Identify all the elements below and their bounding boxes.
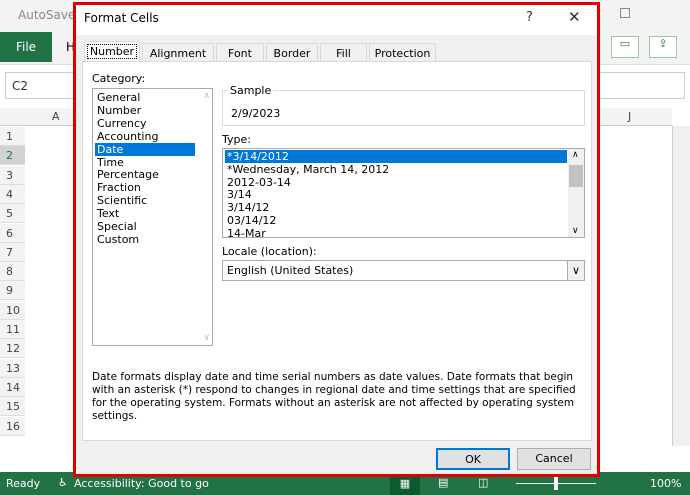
maximize-icon[interactable] [620, 8, 630, 18]
category-item[interactable]: Custom [95, 233, 195, 246]
tab-alignment[interactable]: Alignment [142, 43, 214, 63]
zoom-slider-thumb[interactable] [554, 477, 558, 490]
status-ready: Ready [6, 477, 41, 490]
page-layout-icon[interactable]: ▤ [438, 476, 448, 489]
type-item[interactable]: *Wednesday, March 14, 2012 [225, 163, 567, 176]
tab-protection[interactable]: Protection [369, 43, 436, 63]
type-list-scrollbar[interactable]: ∧ ∨ [568, 149, 584, 237]
zoom-level[interactable]: 100% [650, 477, 681, 490]
row-header[interactable]: 11 [0, 320, 25, 339]
row-header[interactable]: 16 [0, 416, 25, 436]
tab-fill[interactable]: Fill [320, 43, 367, 63]
scroll-down-icon[interactable]: ∨ [572, 226, 579, 236]
category-item[interactable]: Special [95, 220, 195, 233]
number-tab-panel: Category: ∧ ∨ General Number Currency Accou… [82, 61, 592, 441]
tab-label: Border [273, 47, 311, 60]
tab-label: Number [86, 44, 138, 59]
sample-value: 2/9/2023 [231, 107, 281, 120]
category-item[interactable]: Date [95, 142, 195, 156]
chevron-down-icon[interactable]: ∨ [567, 261, 584, 280]
tab-label: Fill [336, 47, 351, 60]
row-header[interactable]: 3 [0, 165, 25, 185]
row-header[interactable]: 9 [0, 281, 25, 301]
page-break-icon[interactable]: ◫ [478, 476, 488, 489]
type-label: Type: [222, 133, 251, 146]
row-header[interactable]: 12 [0, 339, 25, 359]
category-item[interactable]: Text [95, 207, 195, 220]
share-icon[interactable]: ⇪ [649, 36, 677, 58]
tab-number[interactable]: Number [84, 41, 140, 63]
category-item[interactable]: Percentage [95, 168, 195, 181]
category-label: Category: [92, 72, 146, 85]
format-cells-dialog: Format Cells ? ✕ Number Alignment Font Bord… [73, 2, 600, 477]
scroll-down-icon[interactable]: ∨ [203, 333, 210, 343]
sample-label: Sample [228, 84, 274, 97]
category-item[interactable]: Scientific [95, 194, 195, 207]
type-list[interactable]: ∧ ∨ *3/14/2012 *Wednesday, March 14, 2012… [222, 148, 585, 240]
row-header[interactable]: 8 [0, 262, 25, 282]
cancel-button[interactable]: Cancel [517, 448, 591, 470]
file-tab[interactable]: File [0, 32, 52, 62]
row-header[interactable]: 15 [0, 397, 25, 417]
tab-label: Protection [374, 47, 431, 60]
accessibility-icon: ♿ [58, 476, 68, 489]
help-button[interactable]: ? [526, 10, 533, 25]
category-list[interactable]: ∧ ∨ General Number Currency Accounting Date T… [92, 88, 213, 346]
ok-button[interactable]: OK [436, 448, 510, 470]
accessibility-status[interactable]: Accessibility: Good to go [74, 477, 209, 490]
type-item[interactable]: 3/14 [225, 188, 567, 201]
vertical-scrollbar[interactable] [672, 126, 690, 446]
locale-label: Locale (location): [222, 245, 317, 258]
type-item[interactable]: 14-Mar [225, 227, 567, 240]
type-item[interactable]: 2012-03-14 [225, 176, 567, 189]
comments-icon[interactable]: ▭ [611, 36, 639, 58]
dialog-title: Format Cells [84, 11, 159, 25]
category-item[interactable]: Currency [95, 117, 195, 130]
row-header[interactable]: 5 [0, 204, 25, 224]
row-header[interactable]: 13 [0, 358, 25, 378]
scroll-up-icon[interactable]: ∧ [203, 91, 210, 101]
row-header[interactable]: 10 [0, 300, 25, 320]
tab-border[interactable]: Border [266, 43, 318, 63]
format-description: Date formats display date and time seria… [92, 371, 576, 422]
row-header[interactable]: 14 [0, 377, 25, 397]
category-item[interactable]: Time [95, 156, 195, 169]
close-button[interactable]: ✕ [568, 8, 581, 26]
row-header[interactable]: 4 [0, 184, 25, 204]
category-item[interactable]: Fraction [95, 181, 195, 194]
scroll-up-icon[interactable]: ∧ [572, 150, 579, 160]
category-item[interactable]: Number [95, 104, 195, 117]
tab-label: Alignment [149, 47, 207, 60]
scroll-thumb[interactable] [569, 165, 583, 187]
type-item[interactable]: *3/14/2012 [225, 150, 567, 163]
type-item[interactable]: 03/14/12 [225, 214, 567, 227]
row-header[interactable]: 1 [0, 127, 25, 146]
row-header[interactable]: 7 [0, 242, 25, 262]
name-box[interactable]: C2 [12, 79, 28, 93]
locale-value: English (United States) [227, 264, 354, 277]
row-header[interactable]: 2 [0, 146, 25, 166]
column-j-header[interactable]: J [628, 110, 631, 123]
type-item[interactable]: 3/14/12 [225, 201, 567, 214]
category-item[interactable]: Accounting [95, 130, 195, 143]
column-a-header[interactable]: A [52, 110, 60, 123]
tab-label: Font [228, 47, 252, 60]
category-item[interactable]: General [95, 91, 195, 104]
tab-font[interactable]: Font [216, 43, 264, 63]
locale-select[interactable]: English (United States) ∨ [222, 260, 585, 281]
autosave-label[interactable]: AutoSave [18, 8, 75, 22]
row-header[interactable]: 6 [0, 223, 25, 243]
